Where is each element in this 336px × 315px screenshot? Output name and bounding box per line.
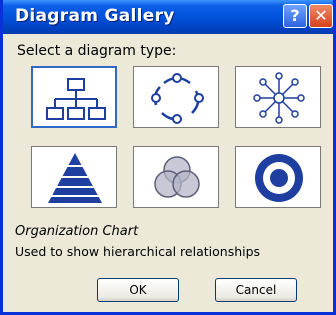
diagram-option-radial[interactable] [235,66,321,128]
diagram-option-venn[interactable] [133,146,219,208]
venn-icon [154,156,200,198]
diagram-gallery-dialog: Diagram Gallery ? ✕ Select a diagram typ… [0,0,336,315]
diagram-option-cycle[interactable] [133,66,219,128]
cycle-icon [151,73,204,124]
help-icon: ? [290,6,300,25]
diagram-option-target[interactable] [235,146,321,208]
window-title: Diagram Gallery [15,6,175,26]
ok-button[interactable]: OK [97,278,179,302]
help-button[interactable]: ? [283,4,307,28]
diagram-option-organization-chart[interactable] [31,66,117,128]
close-button[interactable]: ✕ [309,4,333,28]
diagram-type-name: Organization Chart [15,224,139,239]
cancel-button[interactable]: Cancel [215,278,297,302]
org-chart-icon [46,78,106,120]
target-icon [255,154,303,202]
pyramid-icon [42,153,108,203]
title-bar: Diagram Gallery ? ✕ [3,0,333,34]
close-icon: ✕ [314,6,328,25]
diagram-type-prompt: Select a diagram type: [17,43,177,59]
diagram-option-pyramid[interactable] [31,146,117,208]
radial-icon [253,72,305,124]
diagram-type-description: Used to show hierarchical relationships [15,244,261,259]
